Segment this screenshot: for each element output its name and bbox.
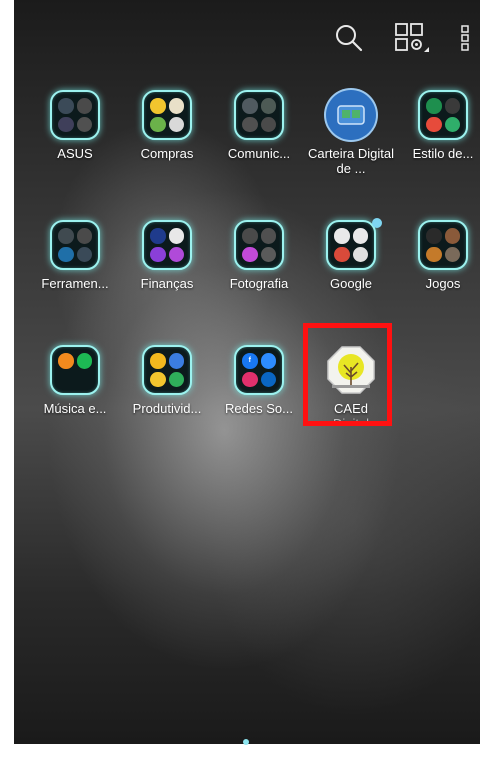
page-indicator-dot[interactable] xyxy=(243,739,249,745)
app-mini-icon xyxy=(76,353,92,369)
app-mini-icon xyxy=(168,98,184,114)
folder-icon xyxy=(50,345,100,395)
app-mini-icon xyxy=(260,116,276,132)
app-mini-icon xyxy=(76,246,92,262)
app-mini-icon xyxy=(260,246,276,262)
app-label: ASUS xyxy=(57,146,93,161)
folder-redes-sociais[interactable]: f Redes So... xyxy=(215,345,303,416)
wallet-icon xyxy=(326,90,376,140)
app-mini-icon xyxy=(334,246,350,262)
app-label: Carteira Digital de ... xyxy=(308,146,394,176)
folder-icon xyxy=(50,90,100,140)
app-label: Ferramen... xyxy=(41,276,109,291)
app-mini-icon xyxy=(168,353,184,369)
app-mini-icon xyxy=(426,116,442,132)
folder-musica[interactable]: Música e... xyxy=(31,345,119,416)
app-mini-icon xyxy=(260,98,276,114)
app-mini-icon xyxy=(242,98,258,114)
app-mini-icon xyxy=(58,228,74,244)
app-mini-icon xyxy=(168,116,184,132)
more-vert-icon[interactable] xyxy=(460,24,470,52)
app-mini-icon xyxy=(168,371,184,387)
app-label: Fotografia xyxy=(229,276,289,291)
folder-icon xyxy=(234,90,284,140)
folder-asus[interactable]: ASUS xyxy=(31,90,119,161)
app-mini-icon xyxy=(168,228,184,244)
folder-icon xyxy=(142,90,192,140)
folder-icon: f xyxy=(234,345,284,395)
app-mini-icon xyxy=(242,116,258,132)
app-label: Música e... xyxy=(43,401,107,416)
folder-icon xyxy=(326,220,376,270)
app-mini-icon xyxy=(150,228,166,244)
folder-icon xyxy=(142,345,192,395)
highlight-box xyxy=(303,323,392,426)
folder-fotografia[interactable]: Fotografia xyxy=(215,220,303,291)
folder-google[interactable]: Google xyxy=(307,218,395,291)
app-mini-icon xyxy=(242,371,258,387)
folder-ferramentas[interactable]: Ferramen... xyxy=(31,220,119,291)
folder-comunic[interactable]: Comunic... xyxy=(215,90,303,161)
app-mini-icon xyxy=(58,116,74,132)
app-mini-icon xyxy=(150,371,166,387)
app-mini-icon xyxy=(150,353,166,369)
app-mini-icon xyxy=(426,246,442,262)
folder-icon xyxy=(142,220,192,270)
app-carteira-digital[interactable]: Carteira Digital de ... xyxy=(307,90,395,176)
folder-icon xyxy=(50,220,100,270)
home-screen: ASUS Compras Comunic... Carteira Digital… xyxy=(14,0,480,744)
widgets-settings-icon[interactable] xyxy=(394,22,430,54)
folder-jogos[interactable]: Jogos xyxy=(399,220,480,291)
top-bar xyxy=(334,18,470,58)
app-mini-icon xyxy=(150,246,166,262)
app-mini-icon xyxy=(242,246,258,262)
app-label: Google xyxy=(330,276,372,291)
app-label: Comunic... xyxy=(227,146,291,161)
app-mini-icon xyxy=(168,246,184,262)
folder-financas[interactable]: Finanças xyxy=(123,220,211,291)
app-label: Compras xyxy=(140,146,194,161)
app-mini-icon xyxy=(58,246,74,262)
app-mini-icon xyxy=(260,228,276,244)
app-mini-icon xyxy=(58,98,74,114)
app-mini-icon xyxy=(352,228,368,244)
app-mini-icon xyxy=(444,246,460,262)
app-mini-icon xyxy=(58,353,74,369)
app-label: Produtivid... xyxy=(132,401,202,416)
app-mini-icon xyxy=(426,98,442,114)
folder-icon xyxy=(418,220,468,270)
app-mini-icon xyxy=(242,228,258,244)
folder-icon xyxy=(234,220,284,270)
app-label: Estilo de... xyxy=(412,146,474,161)
app-mini-icon: f xyxy=(242,353,258,369)
app-mini-icon xyxy=(76,116,92,132)
app-mini-icon xyxy=(426,228,442,244)
app-label: Redes So... xyxy=(225,401,293,416)
app-mini-icon xyxy=(334,228,350,244)
folder-estilo[interactable]: Estilo de... xyxy=(399,90,480,161)
folder-icon xyxy=(418,90,468,140)
app-mini-icon xyxy=(444,98,460,114)
app-mini-icon xyxy=(260,353,276,369)
app-mini-icon xyxy=(76,98,92,114)
app-mini-icon xyxy=(76,228,92,244)
app-label: Jogos xyxy=(425,276,461,291)
notification-badge xyxy=(372,218,382,228)
app-label: Finanças xyxy=(140,276,194,291)
folder-compras[interactable]: Compras xyxy=(123,90,211,161)
search-icon[interactable] xyxy=(334,23,364,53)
app-mini-icon xyxy=(77,372,93,388)
folder-produtividade[interactable]: Produtivid... xyxy=(123,345,211,416)
app-mini-icon xyxy=(444,228,460,244)
app-mini-icon xyxy=(260,371,276,387)
app-mini-icon xyxy=(444,116,460,132)
app-mini-icon xyxy=(352,246,368,262)
app-mini-icon xyxy=(58,372,74,388)
app-mini-icon xyxy=(150,116,166,132)
app-mini-icon xyxy=(150,98,166,114)
